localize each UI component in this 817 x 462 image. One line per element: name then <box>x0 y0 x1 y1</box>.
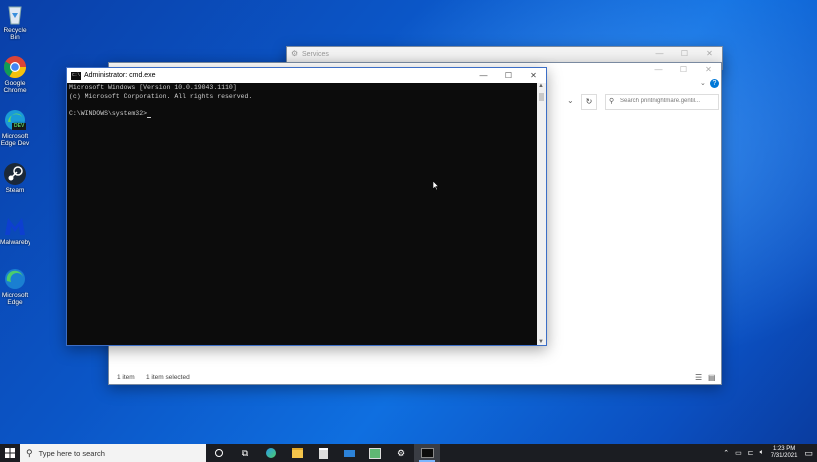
taskbar-services[interactable] <box>362 444 388 462</box>
help-icon[interactable]: ? <box>710 79 719 88</box>
prompt-text: C:\WINDOWS\system32> <box>69 109 148 117</box>
volume-icon[interactable]: 🔈︎ <box>760 449 764 457</box>
close-button[interactable]: ✕ <box>696 63 721 77</box>
edge-icon <box>266 448 276 458</box>
task-view-button[interactable]: ⧉ <box>232 444 258 462</box>
start-button[interactable] <box>0 444 20 462</box>
desktop-icon-malwarebytes[interactable]: Malwareby... <box>0 214 30 253</box>
console-line: Microsoft Windows [Version 10.0.19043.11… <box>69 84 237 91</box>
desktop-icon-microsoft-edge[interactable]: Microsoft Edge <box>0 267 30 306</box>
cmd-icon <box>420 448 434 458</box>
desktop-icon-label: Google Chrome <box>3 80 27 94</box>
store-icon <box>318 447 328 459</box>
desktop-icon-recycle-bin[interactable]: Recycle Bin <box>0 2 30 41</box>
services-icon: ⚙ <box>291 49 299 58</box>
minimize-button[interactable]: — <box>646 63 671 77</box>
edge-dev-icon: DEV <box>2 108 28 132</box>
system-tray: ⌃ ▭ ⊏ 🔈︎ 1:23 PM 7/31/2021 ▭ <box>720 446 817 460</box>
taskbar-store[interactable] <box>310 444 336 462</box>
cortana-button[interactable] <box>206 444 232 462</box>
refresh-button[interactable]: ↻ <box>581 94 597 110</box>
network-icon[interactable]: ⊏ <box>748 449 754 457</box>
maximize-button[interactable]: ☐ <box>672 47 697 61</box>
scroll-down-arrow[interactable]: ▼ <box>538 339 544 345</box>
desktop-icon-label: Malwareby... <box>0 239 30 246</box>
windows-logo-icon <box>5 448 15 458</box>
close-button[interactable]: ✕ <box>521 69 546 83</box>
cmd-icon: C:\ <box>71 71 81 80</box>
console-line: (c) Microsoft Corporation. All rights re… <box>69 92 253 100</box>
window-title: Services <box>302 50 329 58</box>
chevron-down-icon[interactable]: ⌄ <box>700 79 706 87</box>
desktop-icon-edge-dev[interactable]: DEV Microsoft Edge Dev <box>0 108 30 147</box>
taskbar-search-input[interactable]: Type here to search <box>39 449 105 458</box>
ribbon-row: ⌄ ? <box>539 77 719 89</box>
clock-date: 7/31/2021 <box>770 453 798 459</box>
search-box[interactable]: ⚲ Search printnightmare.gentil... <box>605 94 719 110</box>
maximize-button[interactable]: ☐ <box>496 69 521 83</box>
battery-icon[interactable]: ▭ <box>735 449 742 457</box>
taskbar-edge[interactable] <box>258 444 284 462</box>
address-bar: ⌄ ↻ ⚲ Search printnightmare.gentil... <box>539 94 719 110</box>
desktop-icon-label: Microsoft Edge <box>1 292 29 306</box>
services-icon <box>369 447 381 459</box>
taskbar-cmd[interactable] <box>414 444 440 462</box>
desktop-icon-label: Steam <box>5 187 25 194</box>
taskbar-file-explorer[interactable] <box>284 444 310 462</box>
search-icon: ⚲ <box>26 447 33 458</box>
folder-icon <box>291 448 303 458</box>
minimize-button[interactable]: — <box>471 69 496 83</box>
maximize-button[interactable]: ☐ <box>671 63 696 77</box>
taskbar-search-box[interactable]: ⚲ Type here to search <box>20 444 206 462</box>
vertical-scrollbar[interactable]: ▲ ▼ <box>537 83 546 345</box>
notifications-icon[interactable]: ▭ <box>804 448 813 459</box>
cmd-window[interactable]: C:\ Administrator: cmd.exe — ☐ ✕ Microso… <box>66 67 547 346</box>
chrome-icon <box>2 55 28 79</box>
search-icon: ⚲ <box>609 98 615 105</box>
console-prompt: C:\WINDOWS\system32> <box>69 110 537 119</box>
address-dropdown-button[interactable]: ⌄ <box>567 96 574 105</box>
edge-icon <box>2 267 28 291</box>
mouse-cursor <box>432 180 440 192</box>
minimize-button[interactable]: — <box>647 47 672 61</box>
scroll-up-arrow[interactable]: ▲ <box>538 83 544 89</box>
gear-icon: ⚙ <box>396 447 406 458</box>
malwarebytes-icon <box>2 214 28 238</box>
recycle-bin-icon <box>2 2 28 26</box>
desktop-icon-google-chrome[interactable]: Google Chrome <box>0 55 30 94</box>
taskbar: ⚲ Type here to search ⧉ ⚙ ⌃ ▭ ⊏ 🔈︎ 1:23 … <box>0 444 817 462</box>
taskbar-mail[interactable] <box>336 444 362 462</box>
status-item-count: 1 item <box>117 374 135 381</box>
chevron-up-icon[interactable]: ⌃ <box>723 449 729 457</box>
desktop-icon-label: Recycle Bin <box>3 27 27 41</box>
details-view-icon[interactable]: ☰ <box>695 373 702 382</box>
steam-icon <box>2 162 28 186</box>
window-title: Administrator: cmd.exe <box>84 72 156 79</box>
scroll-thumb[interactable] <box>539 93 544 101</box>
console-output[interactable]: Microsoft Windows [Version 10.0.19043.11… <box>67 83 537 345</box>
status-selected-count: 1 item selected <box>146 374 190 381</box>
cortana-icon <box>215 449 223 457</box>
task-view-icon: ⧉ <box>241 447 249 458</box>
desktop-icon-steam[interactable]: Steam <box>0 162 30 201</box>
status-bar: 1 item 1 item selected ☰ ▤ <box>109 371 721 384</box>
mail-icon <box>343 449 355 457</box>
dev-badge: DEV <box>12 123 27 130</box>
clock-time: 1:23 PM <box>772 446 796 452</box>
tiles-view-icon[interactable]: ▤ <box>708 373 716 382</box>
desktop-icon-label: Microsoft Edge Dev <box>0 133 30 147</box>
text-cursor <box>147 116 152 118</box>
taskbar-settings[interactable]: ⚙ <box>388 444 414 462</box>
clock[interactable]: 1:23 PM 7/31/2021 <box>771 446 798 460</box>
search-input[interactable]: Search printnightmare.gentil... <box>620 98 716 104</box>
close-button[interactable]: ✕ <box>697 47 722 61</box>
